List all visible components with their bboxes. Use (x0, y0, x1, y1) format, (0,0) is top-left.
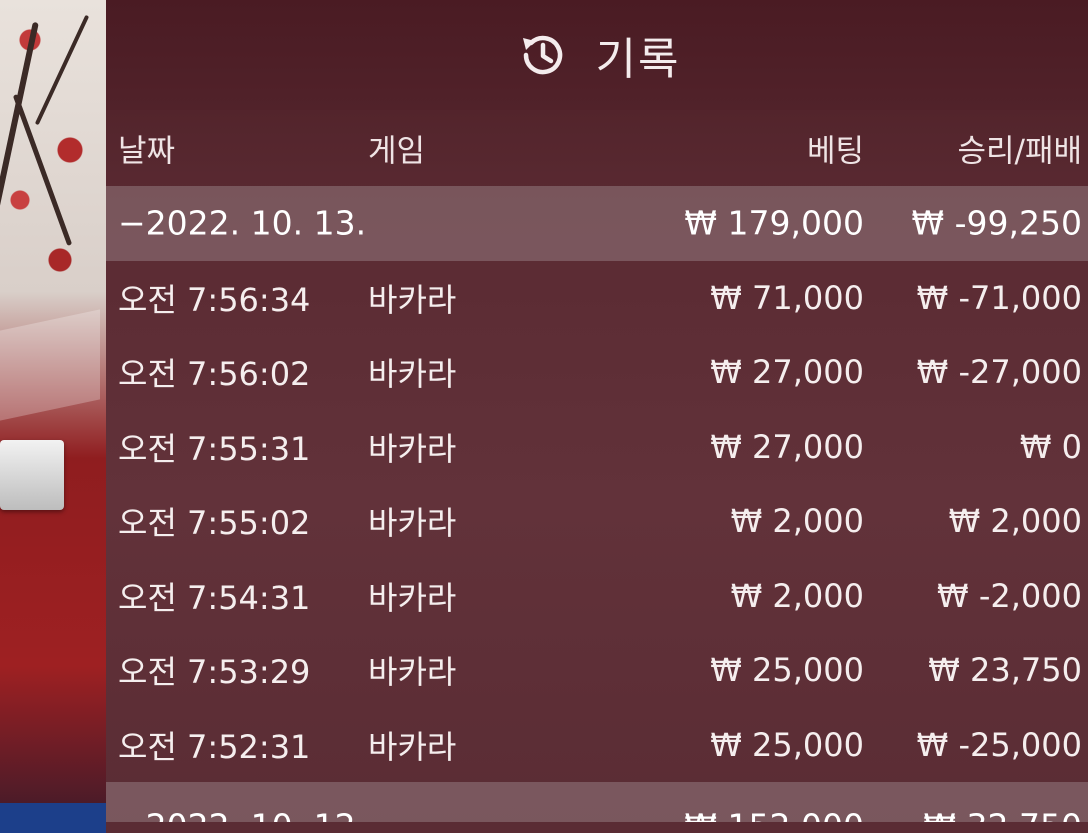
table-row[interactable]: 오전 7:56:34 바카라 ₩ 71,000 ₩ -71,000 (106, 261, 1088, 336)
table-row[interactable]: 오전 7:54:31 바카라 ₩ 2,000 ₩ -2,000 (106, 559, 1088, 634)
row-time: 오전 7:55:02 (118, 504, 311, 543)
group-bet-total: ₩ 179,000 (684, 203, 864, 243)
row-game: 바카라 (368, 429, 457, 468)
column-bet: 베팅 (806, 133, 864, 170)
row-bet: ₩ 27,000 (710, 427, 864, 466)
row-game: 바카라 (368, 355, 457, 394)
group-win-total: ₩ -99,250 (911, 203, 1083, 243)
history-title: 기록 (595, 34, 681, 85)
history-header: 기록 (106, 0, 1088, 110)
row-time: 오전 7:55:31 (118, 429, 311, 468)
row-result: ₩ -71,000 (916, 278, 1082, 317)
card-shoe (0, 440, 64, 510)
table-row[interactable]: 오전 7:52:31 바카라 ₩ 25,000 ₩ -25,000 (106, 708, 1088, 783)
row-bet: ₩ 71,000 (710, 278, 864, 317)
table-row[interactable]: 오전 7:56:02 바카라 ₩ 27,000 ₩ -27,000 (106, 335, 1088, 410)
row-result: ₩ 2,000 (948, 502, 1082, 541)
history-icon (522, 35, 562, 75)
row-bet: ₩ 25,000 (710, 651, 864, 690)
row-bet: ₩ 25,000 (710, 725, 864, 764)
row-bet: ₩ 27,000 (710, 353, 864, 392)
column-game: 게임 (368, 133, 426, 170)
group-date: −2022. 10. 13. (118, 203, 367, 243)
group-win-total: ₩ 32,750 (923, 807, 1082, 823)
table-row[interactable]: 오전 7:55:02 바카라 ₩ 2,000 ₩ 2,000 (106, 484, 1088, 559)
row-game: 바카라 (368, 653, 457, 692)
date-group-header[interactable]: −2022. 10. 13. ₩ 179,000 ₩ -99,250 (106, 186, 1088, 261)
row-time: 오전 7:54:31 (118, 578, 311, 617)
date-group-header[interactable]: −2022. 10. 12. ₩ 152,000 ₩ 32,750 (106, 782, 1088, 822)
group-bet-total: ₩ 152,000 (684, 807, 864, 823)
table-row[interactable]: 오전 7:53:29 바카라 ₩ 25,000 ₩ 23,750 (106, 633, 1088, 708)
row-game: 바카라 (368, 504, 457, 543)
history-panel: 기록 날짜 게임 베팅 승리/패배 −2022. 10. 13. ₩ 179,0… (106, 0, 1088, 833)
row-time: 오전 7:52:31 (118, 727, 311, 766)
row-game: 바카라 (368, 727, 457, 766)
row-time: 오전 7:56:34 (118, 280, 311, 319)
app-screen: 기록 날짜 게임 베팅 승리/패배 −2022. 10. 13. ₩ 179,0… (0, 0, 1088, 833)
row-result: ₩ -2,000 (937, 576, 1082, 615)
column-win-loss: 승리/패배 (957, 133, 1082, 170)
row-bet: ₩ 2,000 (730, 502, 864, 541)
table-header: 날짜 게임 베팅 승리/패배 (106, 110, 1088, 186)
row-result: ₩ -25,000 (916, 725, 1082, 764)
row-time: 오전 7:56:02 (118, 355, 311, 394)
table-rail (0, 309, 100, 421)
row-time: 오전 7:53:29 (118, 653, 311, 692)
row-result: ₩ 0 (1019, 427, 1082, 466)
row-bet: ₩ 2,000 (730, 576, 864, 615)
row-game: 바카라 (368, 280, 457, 319)
row-result: ₩ -27,000 (916, 353, 1082, 392)
game-table-background (0, 0, 106, 833)
row-game: 바카라 (368, 578, 457, 617)
row-result: ₩ 23,750 (928, 651, 1082, 690)
table-row[interactable]: 오전 7:55:31 바카라 ₩ 27,000 ₩ 0 (106, 410, 1088, 485)
bottom-bar (0, 803, 106, 833)
group-date: −2022. 10. 12. (118, 807, 366, 823)
column-date: 날짜 (118, 133, 176, 170)
